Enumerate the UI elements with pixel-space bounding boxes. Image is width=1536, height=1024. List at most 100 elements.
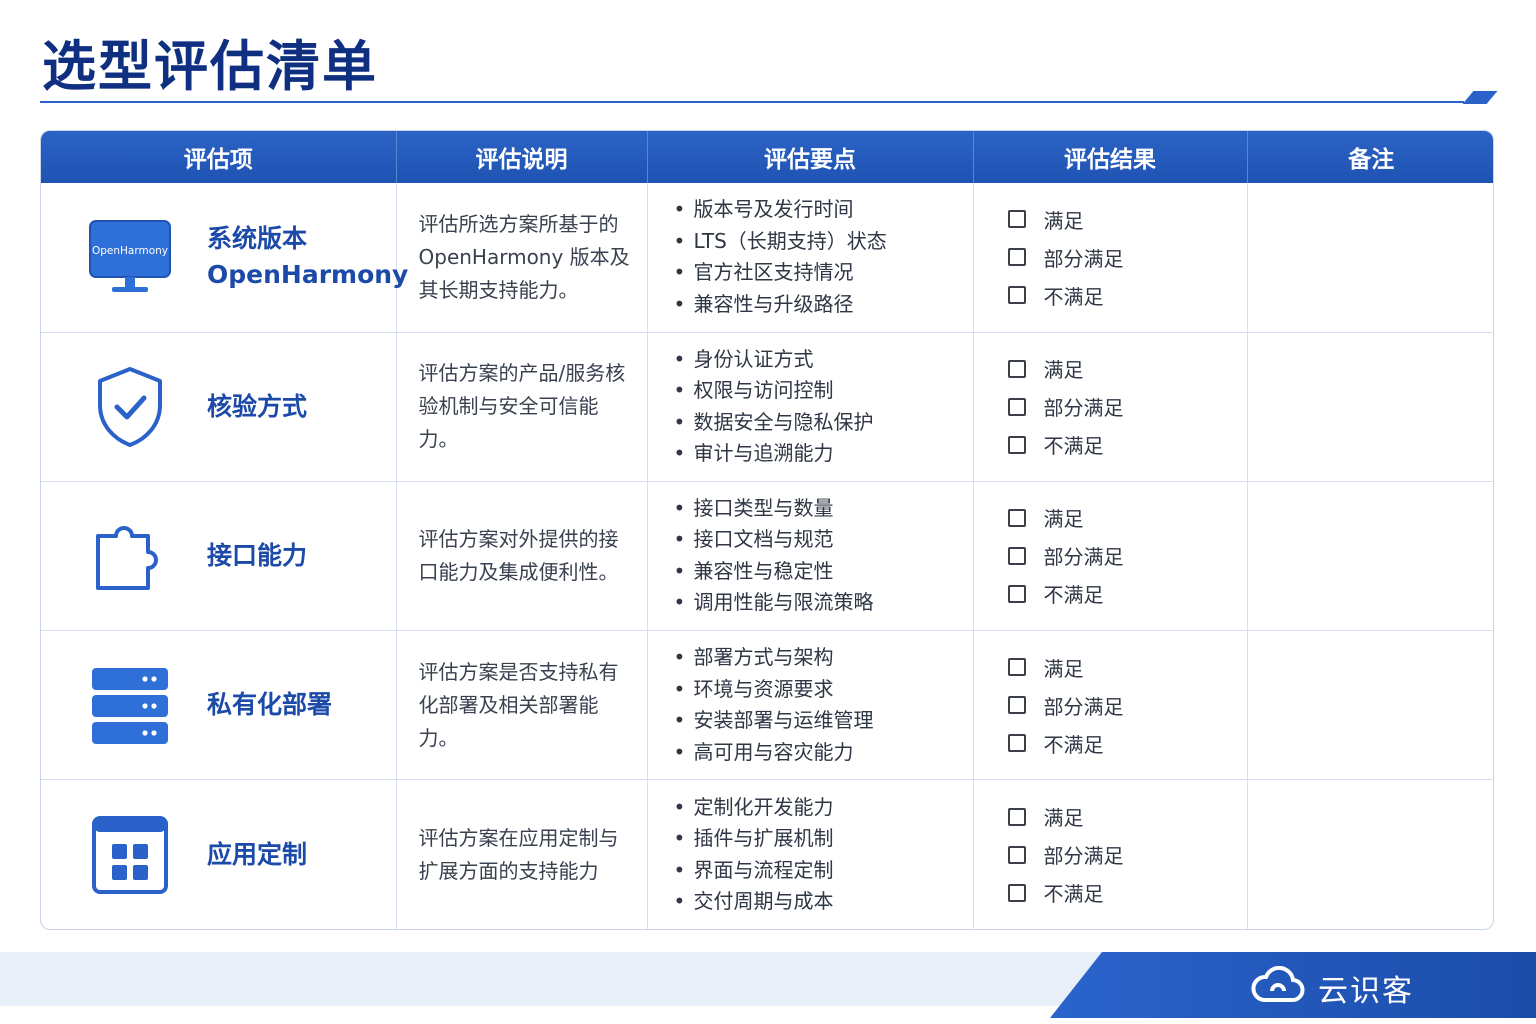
checkbox[interactable] (1007, 546, 1026, 565)
brand-name: 云识客 (1318, 974, 1414, 1009)
result-option[interactable]: 不满足 (1007, 724, 1247, 762)
result-option-label: 部分满足 (1043, 396, 1124, 421)
result-option[interactable]: 满足 (1007, 350, 1247, 388)
table-header-row: 评估项 评估说明 评估要点 评估结果 备注 (41, 131, 1493, 183)
result-option-label: 满足 (1043, 656, 1084, 681)
point-item: 审计与追溯能力 (674, 438, 973, 470)
checkbox[interactable] (1007, 584, 1026, 603)
remark-cell[interactable] (1247, 780, 1493, 929)
checkbox[interactable] (1007, 359, 1026, 378)
result-option-label: 部分满足 (1043, 545, 1124, 570)
result-option[interactable]: 不满足 (1007, 276, 1247, 314)
remark-cell[interactable] (1247, 481, 1493, 632)
item-name: 系统版本 OpenHarmony (207, 221, 408, 293)
remark-cell[interactable] (1247, 332, 1493, 482)
point-item: 插件与扩展机制 (674, 823, 973, 855)
evaluation-table: 评估项 评估说明 评估要点 评估结果 备注 OpenHarmony 系统版本 Ope… (40, 130, 1494, 930)
title-divider-accent (1462, 91, 1498, 104)
point-item: 权限与访问控制 (674, 375, 973, 407)
point-item: 接口类型与数量 (674, 493, 973, 525)
page-title: 选型评估清单 (42, 35, 378, 98)
point-item: 交付周期与成本 (674, 886, 973, 918)
result-cell: 满足 部分满足不满足 (973, 779, 1248, 929)
item-cell: 接口能力 (41, 481, 397, 632)
remark-cell[interactable] (1247, 183, 1493, 333)
checkbox[interactable] (1007, 248, 1026, 267)
result-options: 满足 部分满足不满足 (974, 798, 1247, 912)
result-option[interactable]: 部分满足 (1007, 388, 1247, 426)
checkbox[interactable] (1007, 397, 1026, 416)
result-option[interactable]: 部分满足 (1007, 537, 1247, 575)
point-item: 兼容性与升级路径 (674, 289, 973, 321)
table-row: 核验方式 评估方案的产品/服务核验机制与安全可信能力。身份认证方式权限与访问控制数… (41, 332, 1493, 482)
point-item: 身份认证方式 (674, 344, 973, 376)
item-description: 评估方案对外提供的接口能力及集成便利性。 (418, 526, 619, 584)
result-options: 满足部分满足不满足 (974, 648, 1247, 762)
result-options: 满足部分满足不满足 (974, 499, 1247, 613)
checkbox[interactable] (1007, 845, 1026, 864)
item-name: 应用定制 (207, 837, 307, 873)
item-name-line: OpenHarmony (207, 260, 409, 290)
result-cell: 满足部分满足不满足 (973, 630, 1248, 781)
item-cell: 应用定制 (41, 779, 397, 929)
result-option[interactable]: 部分满足 (1007, 836, 1247, 874)
result-option[interactable]: 不满足 (1007, 426, 1247, 464)
points-cell: 版本号及发行时间LTS（长期支持）状态官方社区支持情况兼容性与升级路径 (647, 183, 974, 333)
title-divider (40, 101, 1464, 103)
point-item: 界面与流程定制 (674, 855, 973, 887)
result-option[interactable]: 不满足 (1007, 575, 1247, 613)
result-option[interactable]: 满足 (1007, 200, 1247, 238)
header-points: 评估要点 (647, 131, 974, 183)
item-name-line: 应用定制 (207, 839, 308, 869)
result-option[interactable]: 满足 (1007, 648, 1247, 686)
item-name-line: 系统版本 (207, 224, 308, 254)
checkbox[interactable] (1007, 658, 1026, 677)
points-cell: 身份认证方式权限与访问控制数据安全与隐私保护审计与追溯能力 (647, 332, 974, 482)
result-options: 满足部分满足不满足 (974, 200, 1247, 314)
table-row: OpenHarmony 系统版本 OpenHarmony 评估所选方案所基于的Open… (41, 183, 1493, 333)
point-list: 版本号及发行时间LTS（长期支持）状态官方社区支持情况兼容性与升级路径 (648, 194, 973, 320)
monitor-label: OpenHarmony (92, 245, 168, 257)
points-cell: 接口类型与数量接口文档与规范兼容性与稳定性调用性能与限流策略 (647, 481, 974, 632)
result-option-label: 不满足 (1043, 732, 1104, 757)
points-cell: 部署方式与架构环境与资源要求安装部署与运维管理高可用与容灾能力 (647, 630, 974, 781)
item-name-line: 私有化部署 (207, 690, 333, 720)
point-list: 身份认证方式权限与访问控制数据安全与隐私保护审计与追溯能力 (648, 344, 973, 470)
result-option-label: 部分满足 (1043, 246, 1124, 271)
remark-cell[interactable] (1247, 630, 1493, 781)
item-name: 核验方式 (207, 389, 307, 425)
result-option[interactable]: 不满足 (1007, 874, 1247, 912)
point-item: 高可用与容灾能力 (674, 737, 973, 769)
point-item: 版本号及发行时间 (674, 194, 973, 226)
checkbox[interactable] (1007, 696, 1026, 715)
result-option-label: 不满足 (1043, 882, 1104, 907)
checkbox[interactable] (1007, 883, 1026, 902)
result-option-label: 满足 (1043, 358, 1084, 383)
point-list: 定制化开发能力插件与扩展机制界面与流程定制交付周期与成本 (648, 792, 973, 918)
result-options: 满足 部分满足 不满足 (974, 350, 1247, 464)
point-item: 接口文档与规范 (674, 524, 973, 556)
result-option[interactable]: 满足 (1007, 798, 1247, 836)
checkbox[interactable] (1007, 508, 1026, 527)
item-description: 评估方案的产品/服务核验机制与安全可信能力。 (418, 361, 626, 452)
result-cell: 满足部分满足不满足 (973, 183, 1248, 333)
description-cell: 评估方案是否支持私有化部署及相关部署能力。 (396, 630, 648, 781)
footer-brand: 云识客 (1250, 965, 1414, 1010)
checkbox[interactable] (1007, 435, 1026, 454)
points-cell: 定制化开发能力插件与扩展机制界面与流程定制交付周期与成本 (647, 779, 974, 929)
result-option-label: 不满足 (1043, 434, 1104, 459)
result-option[interactable]: 部分满足 (1007, 686, 1247, 724)
item-name-line: 接口能力 (207, 540, 308, 570)
checkbox[interactable] (1007, 210, 1026, 229)
result-option[interactable]: 部分满足 (1007, 238, 1247, 276)
checkbox[interactable] (1007, 286, 1026, 305)
result-option[interactable]: 满足 (1007, 499, 1247, 537)
item-description: 评估方案是否支持私有化部署及相关部署能力。 (418, 659, 619, 750)
header-remark: 备注 (1247, 131, 1493, 183)
point-item: 官方社区支持情况 (674, 257, 973, 289)
item-description: 评估所选方案所基于的OpenHarmony 版本及其长期支持能力。 (418, 211, 630, 302)
checkbox[interactable] (1007, 807, 1026, 826)
checkbox[interactable] (1007, 734, 1026, 753)
description-cell: 评估方案的产品/服务核验机制与安全可信能力。 (396, 332, 648, 482)
point-item: 调用性能与限流策略 (674, 587, 973, 619)
